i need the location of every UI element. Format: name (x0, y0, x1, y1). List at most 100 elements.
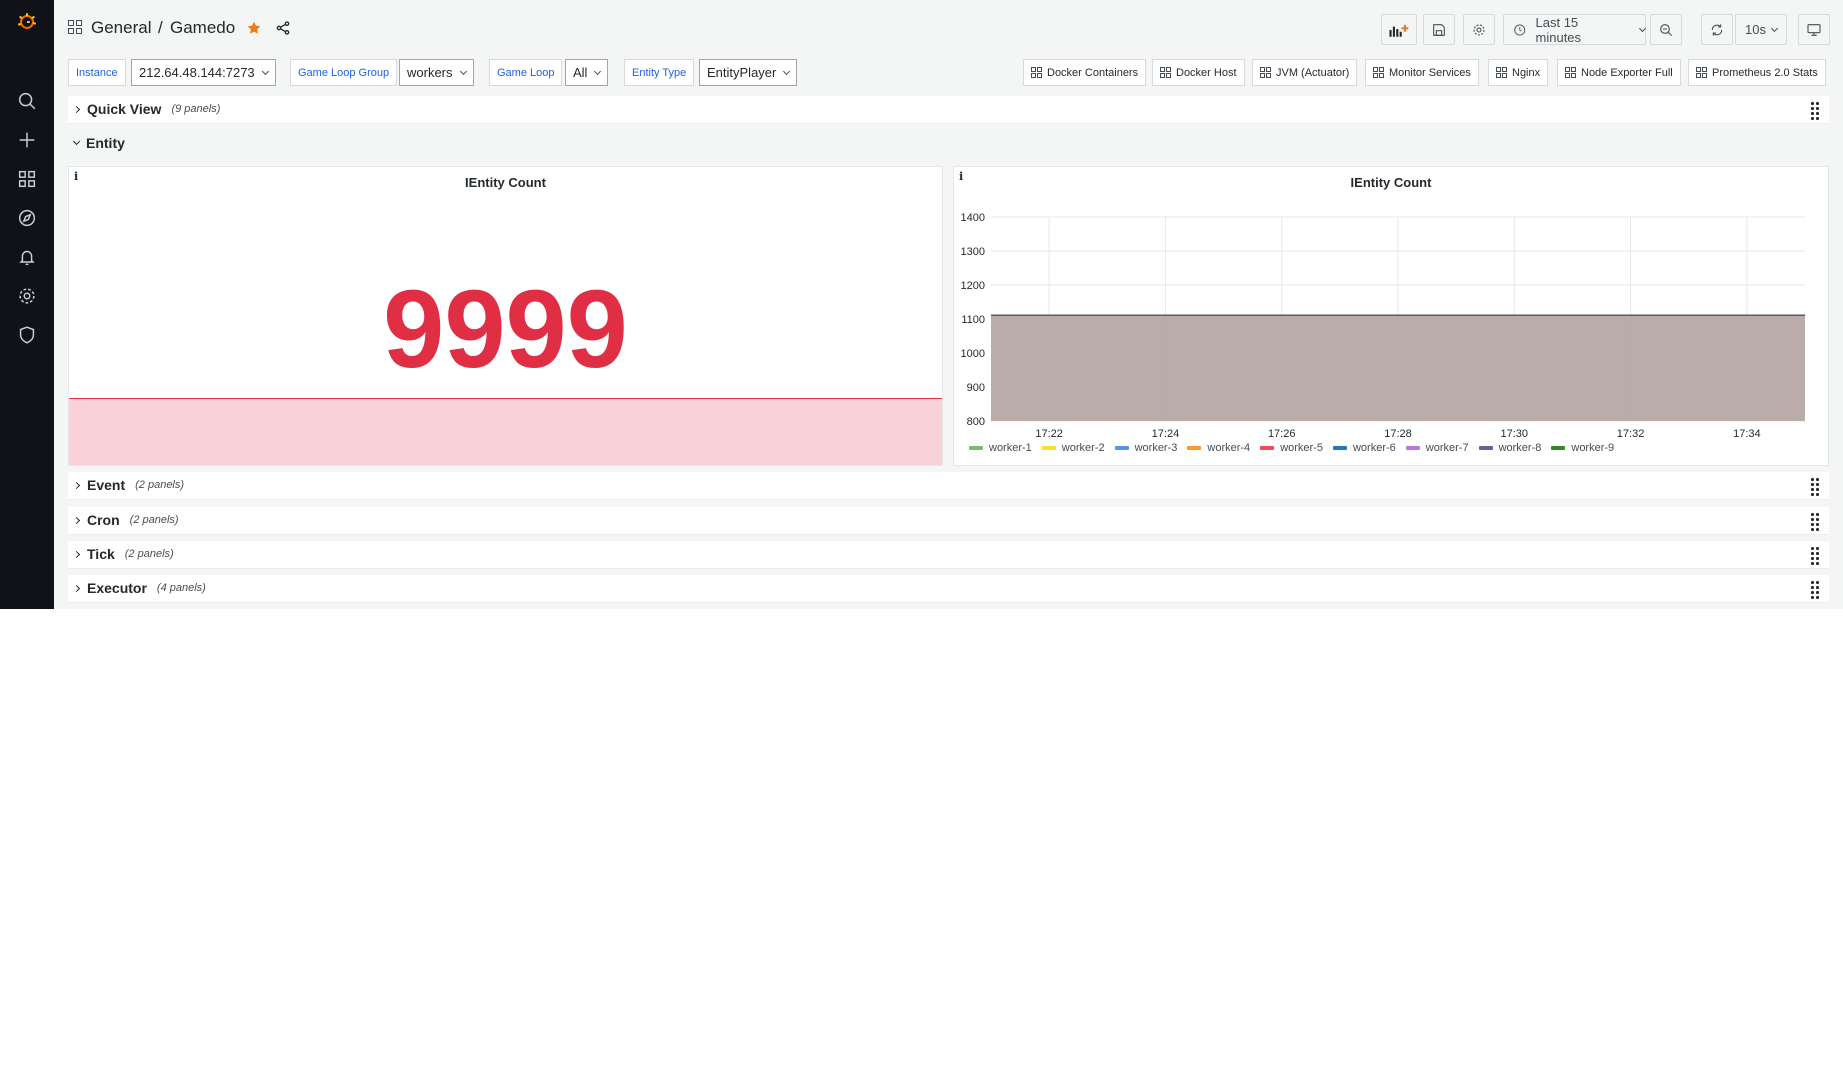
dashboard-main: General / Gamedo Last 15 minutes 10s Ins… (54, 0, 1843, 609)
legend-item-worker-9[interactable]: worker-9 (1551, 442, 1614, 454)
create-plus-icon[interactable] (15, 128, 39, 152)
server-admin-shield-icon[interactable] (15, 323, 39, 347)
time-range-picker[interactable]: Last 15 minutes (1503, 14, 1647, 45)
legend-swatch (1551, 446, 1566, 450)
row-entity[interactable]: Entity (68, 130, 1829, 158)
row-drag-handle-icon[interactable] (1811, 478, 1819, 496)
legend-swatch (1041, 446, 1056, 450)
legend-swatch (1260, 446, 1275, 450)
dashboard-link-label: JVM (Actuator) (1276, 66, 1350, 79)
legend-label: worker-8 (1498, 442, 1542, 454)
chevron-right-icon (72, 481, 81, 489)
time-range-label: Last 15 minutes (1535, 14, 1582, 45)
dashboard-link-jvm-actuator[interactable]: JVM (Actuator) (1252, 59, 1358, 86)
clock-icon (1514, 23, 1526, 36)
dashboard-link-label: Monitor Services (1389, 66, 1471, 79)
row-cron[interactable]: Cron (2 panels) (68, 507, 1829, 535)
panel-title[interactable]: IEntity Count (954, 175, 1828, 190)
dashboard-grid-icon (1373, 67, 1384, 78)
series-area-fill (991, 315, 1805, 421)
legend-item-worker-3[interactable]: worker-3 (1114, 442, 1177, 454)
dashboard-link-label: Prometheus 2.0 Stats (1712, 66, 1818, 79)
dashboard-link-monitor-services[interactable]: Monitor Services (1365, 59, 1479, 86)
legend-swatch (1187, 446, 1202, 450)
row-title[interactable]: Event (87, 477, 125, 493)
dashboard-grid-icon (68, 20, 82, 39)
row-title[interactable]: Entity (86, 135, 125, 151)
variable-select-game-loop-group[interactable]: workers (399, 59, 474, 86)
dashboard-link-label: Docker Host (1176, 66, 1237, 79)
cycle-view-mode-button[interactable] (1798, 14, 1830, 45)
x-tick-label: 17:28 (1384, 428, 1412, 440)
legend-item-worker-6[interactable]: worker-6 (1332, 442, 1396, 454)
alerting-bell-icon[interactable] (15, 245, 39, 269)
add-panel-icon (1389, 24, 1409, 37)
grafana-logo-icon[interactable] (15, 10, 39, 34)
legend-item-worker-7[interactable]: worker-7 (1405, 442, 1469, 454)
variable-value-entity-type: EntityPlayer (707, 65, 777, 80)
legend-label: worker-4 (1207, 442, 1251, 454)
legend-label: worker-5 (1280, 442, 1323, 454)
row-drag-handle-icon[interactable] (1811, 547, 1819, 565)
explore-compass-icon[interactable] (15, 206, 39, 230)
refresh-interval-label: 10s (1745, 22, 1766, 37)
variable-select-entity-type[interactable]: EntityPlayer (699, 59, 798, 86)
row-quick-view[interactable]: Quick View (9 panels) (68, 96, 1829, 124)
row-title[interactable]: Cron (87, 512, 120, 528)
row-title[interactable]: Tick (87, 546, 115, 562)
configuration-gear-icon[interactable] (15, 284, 39, 308)
row-event[interactable]: Event (2 panels) (68, 472, 1829, 500)
dashboard-link-prometheus-2-0-stats[interactable]: Prometheus 2.0 Stats (1688, 59, 1826, 86)
chevron-down-icon (783, 67, 791, 75)
dashboard-link-docker-host[interactable]: Docker Host (1152, 59, 1245, 86)
row-tick[interactable]: Tick (2 panels) (68, 541, 1829, 569)
row-drag-handle-icon[interactable] (1811, 513, 1819, 531)
dashboard-navbar: General / Gamedo Last 15 minutes 10s (68, 10, 1843, 46)
row-title[interactable]: Quick View (87, 101, 161, 117)
refresh-button[interactable] (1701, 14, 1733, 45)
dashboard-link-docker-containers[interactable]: Docker Containers (1023, 59, 1147, 86)
breadcrumb-dashboard-title[interactable]: Gamedo (170, 18, 235, 38)
save-dashboard-button[interactable] (1423, 14, 1455, 45)
dashboard-grid-icon (1496, 67, 1507, 78)
zoom-out-button[interactable] (1650, 14, 1682, 45)
legend-item-worker-4[interactable]: worker-4 (1187, 442, 1250, 454)
row-panel-count: (9 panels) (171, 103, 221, 115)
refresh-icon (1711, 23, 1723, 36)
chevron-down-icon (72, 137, 81, 145)
variable-select-game-loop[interactable]: All (565, 59, 609, 86)
x-tick-label: 17:22 (1035, 428, 1063, 440)
row-drag-handle-icon[interactable] (1811, 581, 1819, 599)
row-title[interactable]: Executor (87, 580, 147, 596)
dashboard-settings-button[interactable] (1463, 14, 1495, 45)
y-tick-label: 1400 (961, 212, 985, 224)
x-tick-label: 17:30 (1501, 428, 1529, 440)
panel-title[interactable]: IEntity Count (69, 175, 942, 190)
variable-label-entity-type: Entity Type (624, 59, 695, 86)
variable-select-instance[interactable]: 212.64.48.144:7273 (131, 59, 276, 86)
variable-label-instance: Instance (68, 59, 126, 86)
row-panel-count: (2 panels) (124, 548, 174, 560)
dashboard-grid-icon (1160, 67, 1171, 78)
dashboard-link-nginx[interactable]: Nginx (1488, 59, 1549, 86)
legend-item-worker-5[interactable]: worker-5 (1260, 442, 1323, 454)
y-tick-label: 1100 (961, 314, 985, 326)
time-series-graph[interactable]: 800 900 1000 1100 1200 1300 1400 17:22 17:24 17:2… (954, 195, 1828, 465)
dashboards-icon[interactable] (15, 167, 39, 191)
add-panel-button[interactable] (1381, 14, 1417, 45)
row-executor[interactable]: Executor (4 panels) (68, 575, 1829, 603)
variable-label-game-loop: Game Loop (489, 59, 563, 86)
dashboard-link-node-exporter-full[interactable]: Node Exporter Full (1557, 59, 1681, 86)
row-drag-handle-icon[interactable] (1811, 102, 1819, 120)
share-icon[interactable] (275, 20, 291, 41)
refresh-interval-picker[interactable]: 10s (1735, 14, 1787, 45)
legend-item-worker-2[interactable]: worker-2 (1041, 442, 1105, 454)
legend-item-worker-8[interactable]: worker-8 (1478, 442, 1542, 454)
graph-panel-ientity-count: i IEntity Count 800 900 1000 1100 1200 1300 14… (953, 166, 1829, 466)
breadcrumb-folder[interactable]: General (91, 18, 151, 38)
variable-label-game-loop-group: Game Loop Group (290, 59, 398, 86)
legend-item-worker-1[interactable]: worker-1 (969, 442, 1032, 454)
chevron-down-icon (594, 67, 602, 75)
search-icon[interactable] (15, 89, 39, 113)
favorite-star-icon[interactable] (246, 20, 262, 41)
